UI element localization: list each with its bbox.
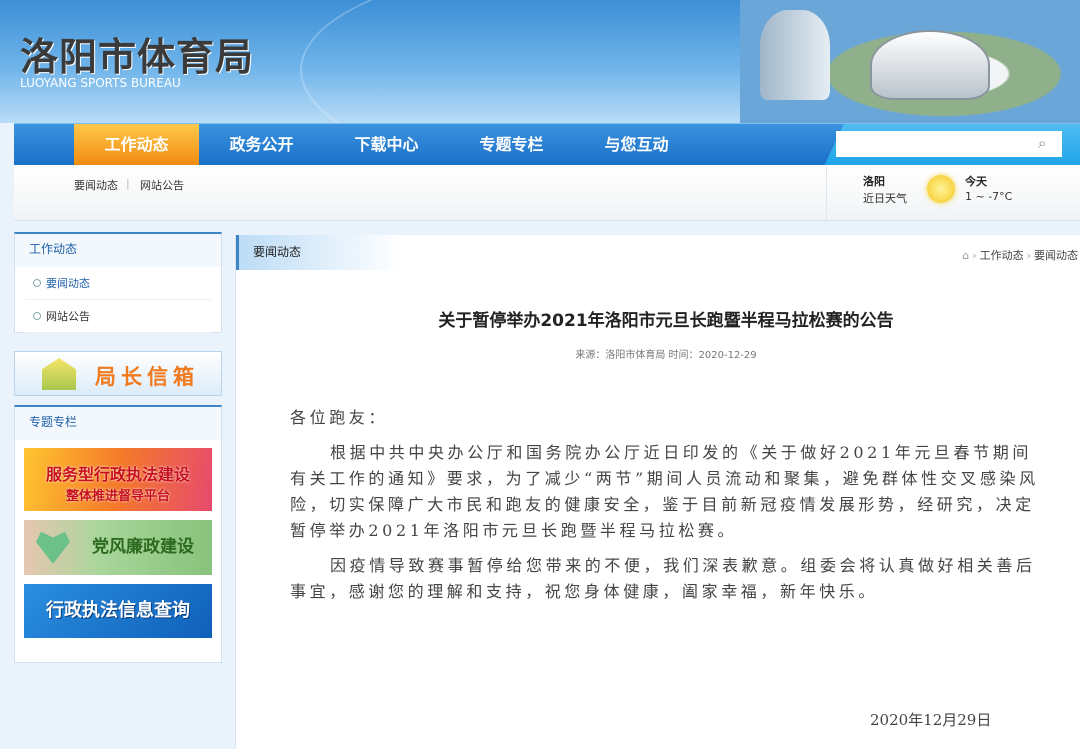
sun-icon: [927, 175, 955, 203]
stadium-image: [740, 0, 1080, 123]
site-header: 洛阳市体育局 LUOYANG SPORTS BUREAU: [0, 0, 1080, 123]
weather-city: 洛阳: [863, 175, 885, 188]
article-title: 关于暂停举办2021年洛阳市元旦长跑暨半程马拉松赛的公告: [438, 311, 894, 331]
banner-line2: 整体推进督导平台: [65, 489, 170, 504]
breadcrumb-item[interactable]: 要闻动态: [1034, 249, 1078, 262]
site-logo[interactable]: 洛阳市体育局: [20, 26, 254, 81]
director-mailbox-button[interactable]: 局长信箱: [14, 351, 222, 396]
article-date: 2020年12月29日: [870, 711, 992, 729]
sidebar-work-news: 工作动态 要闻动态 网站公告: [14, 232, 222, 333]
section-tab: 要闻动态: [236, 235, 401, 270]
weather-day: 今天: [965, 175, 987, 188]
sidebar-section-title: 专题专栏: [15, 407, 221, 440]
article-paragraph: 根据中共中央办公厅和国务院办公厅近日印发的《关于做好2021年元旦春节期间有关工…: [290, 443, 1039, 540]
subnav-divider: |: [126, 177, 130, 190]
nav-item-gov-affairs[interactable]: 政务公开: [199, 124, 324, 166]
weather-widget: 洛阳 近日天气 今天 1 ~ -7°C: [826, 165, 1080, 220]
bullet-icon: [33, 279, 41, 287]
nav-item-topics[interactable]: 专题专栏: [449, 124, 574, 166]
banner-law-enforcement-platform[interactable]: 服务型行政执法建设 整体推进督导平台: [24, 448, 212, 511]
search-icon[interactable]: ⌕: [1038, 134, 1046, 152]
nav-item-interaction[interactable]: 与您互动: [574, 124, 699, 166]
bullet-icon: [33, 312, 41, 320]
sidebar-item-news[interactable]: 要闻动态: [25, 267, 211, 300]
subnav-link-notices[interactable]: 网站公告: [140, 177, 184, 193]
banner-party-integrity[interactable]: 党风廉政建设: [24, 520, 212, 575]
breadcrumb-item[interactable]: 工作动态: [980, 249, 1024, 262]
sidebar-section-title: 工作动态: [15, 234, 221, 267]
site-logo-subtitle: LUOYANG SPORTS BUREAU: [20, 76, 181, 90]
heart-icon: [36, 531, 70, 564]
sidebar-item-label: 网站公告: [46, 310, 90, 323]
sidebar-item-notices[interactable]: 网站公告: [25, 300, 211, 333]
envelope-icon: [42, 358, 76, 390]
article-greeting: 各位跑友：: [290, 408, 389, 427]
banner-line1: 服务型行政执法建设: [45, 465, 190, 484]
article-panel: 要闻动态 ⌂ › 工作动态 › 要闻动态 关于暂停举办2021年洛阳市元旦长跑暨半程马拉…: [235, 235, 1080, 749]
banner-enforcement-query[interactable]: 行政执法信息查询: [24, 584, 212, 638]
mailbox-label: 局长信箱: [95, 365, 199, 389]
home-icon[interactable]: ⌂: [962, 249, 969, 262]
weather-temp: 1 ~ -7°C: [965, 190, 1013, 203]
weather-label: 近日天气: [863, 192, 907, 205]
nav-item-work-news[interactable]: 工作动态: [74, 124, 199, 166]
subnav-link-news[interactable]: 要闻动态: [74, 177, 118, 193]
sidebar-item-label: 要闻动态: [46, 277, 90, 290]
search-input[interactable]: [836, 131, 1062, 157]
banner-label: 党风廉政建设: [92, 537, 194, 557]
nav-item-downloads[interactable]: 下载中心: [324, 124, 449, 166]
breadcrumb: ⌂ › 工作动态 › 要闻动态: [962, 249, 1078, 262]
article-body: 各位跑友： 根据中共中央办公厅和国务院办公厅近日印发的《关于做好2021年元旦春…: [290, 405, 1040, 614]
sub-nav: 要闻动态 | 网站公告 洛阳 近日天气 今天 1 ~ -7°C: [14, 165, 1080, 221]
article-paragraph: 因疫情导致赛事暂停给您带来的不便，我们深表歉意。组委会将认真做好相关善后事宜，感…: [290, 556, 1036, 601]
article-meta: 来源：洛阳市体育局 时间：2020-12-29: [575, 350, 757, 361]
